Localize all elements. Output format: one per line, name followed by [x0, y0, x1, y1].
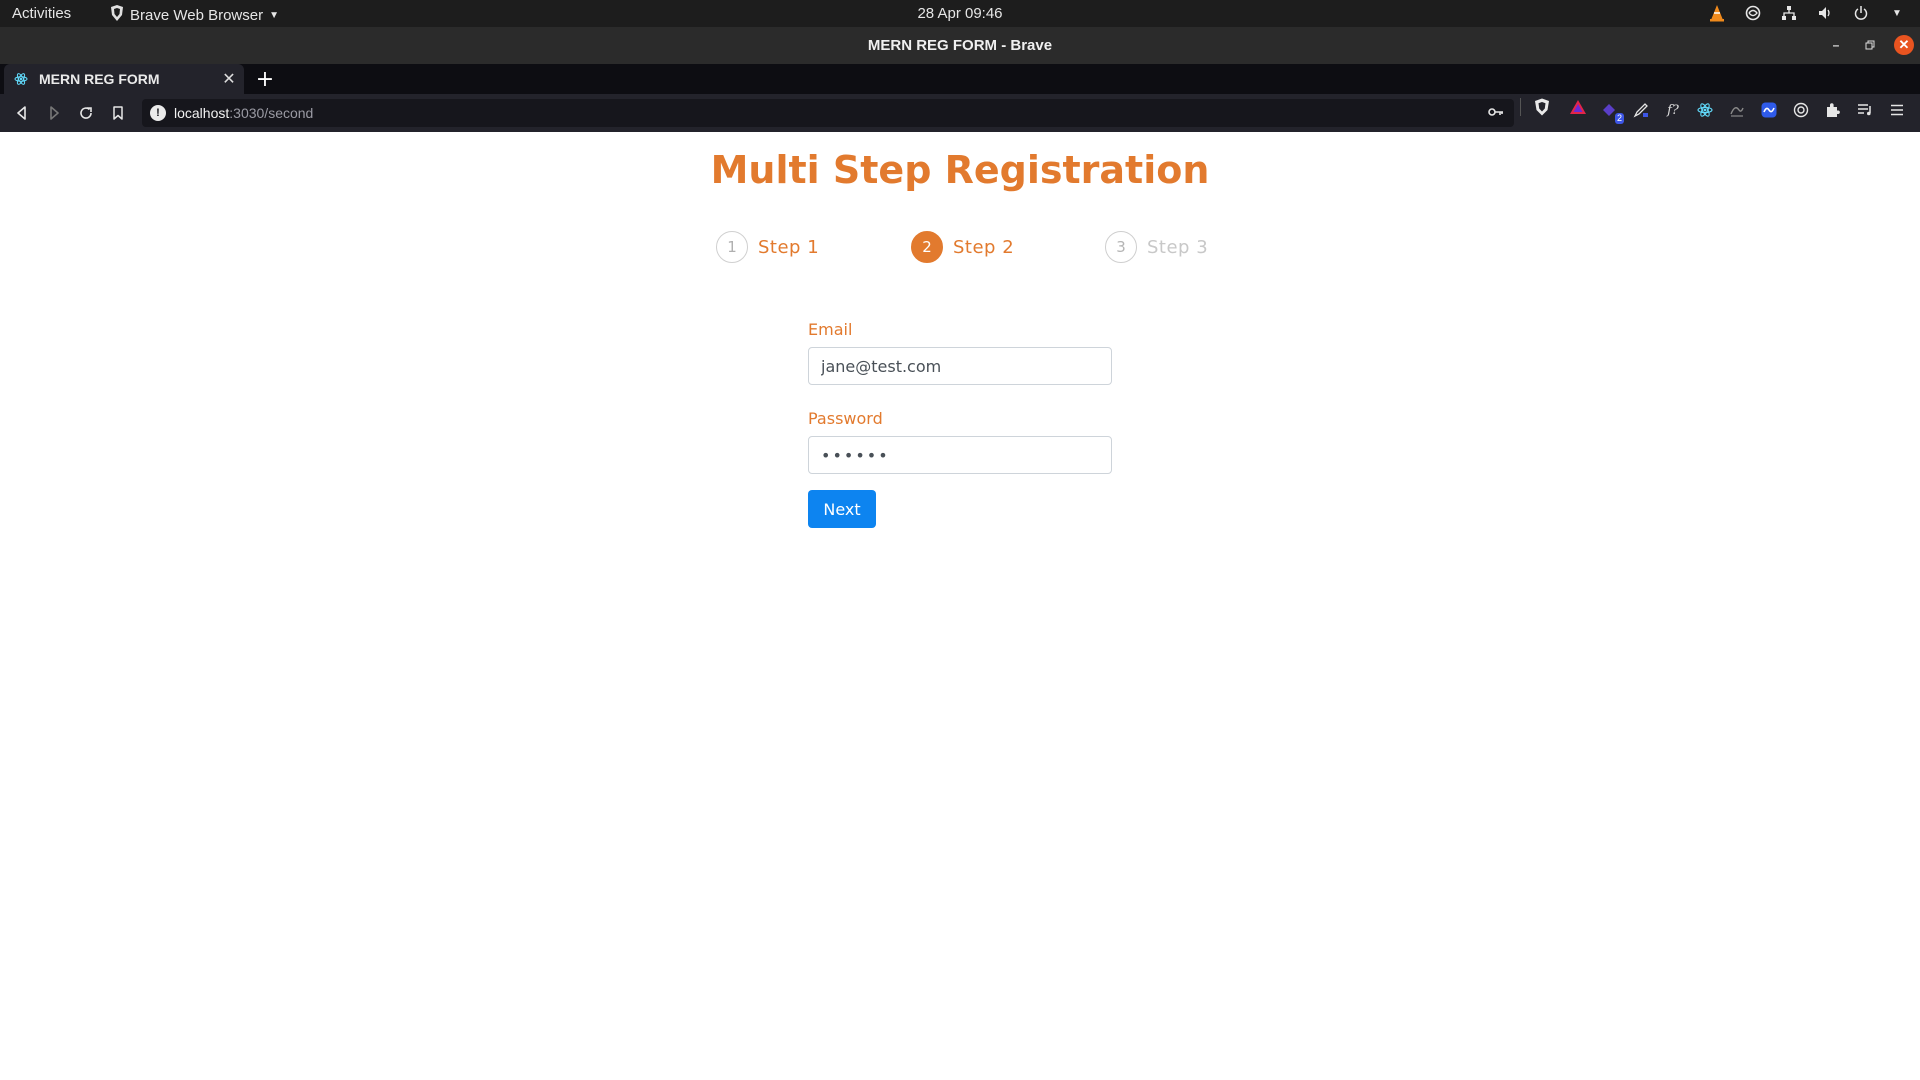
step-1-label: Step 1: [758, 236, 820, 258]
step-1[interactable]: 1 Step 1: [716, 230, 819, 264]
page-title: Multi Step Registration: [710, 148, 1210, 192]
brave-lion-icon: [110, 5, 124, 25]
extension-formula-icon[interactable]: f?: [1664, 101, 1682, 119]
brave-shields-icon[interactable]: [1533, 98, 1551, 116]
minimize-button[interactable]: –: [1826, 35, 1846, 55]
step-indicator: 1 Step 1 2 Step 2 3 Step 3: [0, 230, 1920, 264]
app-menu-label: Brave Web Browser: [130, 6, 264, 24]
forward-button[interactable]: [38, 97, 70, 129]
bookmark-button[interactable]: [102, 97, 134, 129]
step-2[interactable]: 2 Step 2: [911, 230, 1014, 264]
step-2-label: Step 2: [953, 236, 1015, 258]
restore-button[interactable]: [1860, 35, 1880, 55]
extension-target-icon[interactable]: [1792, 101, 1810, 119]
url-host: localhost: [174, 105, 230, 121]
password-field[interactable]: [808, 436, 1112, 474]
menu-icon[interactable]: [1888, 101, 1906, 119]
extension-pen-icon[interactable]: [1632, 101, 1650, 119]
step-3-number: 3: [1105, 231, 1137, 263]
email-label: Email: [808, 320, 853, 339]
toolbar-divider: [1520, 98, 1521, 116]
window-title: MERN REG FORM - Brave: [867, 37, 1053, 54]
url-path: :3030/second: [229, 105, 314, 121]
system-top-bar: Activities Brave Web Browser ▼ 28 Apr 09…: [0, 0, 1920, 27]
window-title-bar: MERN REG FORM - Brave – ✕: [0, 27, 1920, 64]
step-1-number: 1: [716, 231, 748, 263]
site-info-icon[interactable]: !: [150, 105, 166, 121]
extension-1-icon[interactable]: 2: [1600, 101, 1624, 124]
brave-rewards-icon[interactable]: [1569, 98, 1587, 116]
caret-down-icon: ▼: [269, 9, 280, 21]
activities-button[interactable]: Activities: [12, 5, 71, 22]
back-button[interactable]: [6, 97, 38, 129]
system-tray[interactable]: ▼: [1708, 4, 1906, 22]
registration-form: Email Password Next: [808, 320, 1112, 528]
extensions-puzzle-icon[interactable]: [1824, 101, 1842, 119]
power-icon[interactable]: [1852, 4, 1870, 22]
volume-icon[interactable]: [1816, 4, 1834, 22]
tab-close-icon[interactable]: ✕: [218, 69, 240, 89]
browser-toolbar: ! localhost :3030/second 2 f?: [0, 94, 1920, 132]
step-3[interactable]: 3 Step 3: [1105, 230, 1208, 264]
address-bar[interactable]: ! localhost :3030/second: [142, 99, 1514, 127]
page-content: Multi Step Registration 1 Step 1 2 Step …: [0, 132, 1920, 1080]
tab-mern-reg-form[interactable]: MERN REG FORM ✕: [4, 64, 244, 94]
extension-blue-icon[interactable]: [1760, 101, 1778, 119]
extension-badge: 2: [1614, 113, 1624, 124]
network-icon[interactable]: [1780, 4, 1798, 22]
password-label: Password: [808, 409, 883, 428]
media-playlist-icon[interactable]: [1856, 101, 1874, 119]
email-field[interactable]: [808, 347, 1112, 385]
key-icon[interactable]: [1488, 105, 1504, 122]
tab-strip: MERN REG FORM ✕ +: [0, 64, 1920, 94]
step-2-number: 2: [911, 231, 943, 263]
next-button[interactable]: Next: [808, 490, 876, 528]
reload-button[interactable]: [70, 97, 102, 129]
close-window-button[interactable]: ✕: [1894, 35, 1914, 55]
app-menu[interactable]: Brave Web Browser ▼: [110, 5, 279, 25]
step-3-label: Step 3: [1147, 236, 1209, 258]
react-devtools-icon[interactable]: [1696, 101, 1714, 119]
clock[interactable]: 28 Apr 09:46: [917, 5, 1002, 22]
tab-title: MERN REG FORM: [39, 71, 160, 87]
extension-grey-icon[interactable]: [1728, 101, 1746, 119]
vlc-icon[interactable]: [1708, 4, 1726, 22]
caret-down-icon[interactable]: ▼: [1888, 4, 1906, 22]
sync-icon[interactable]: [1744, 4, 1762, 22]
new-tab-button[interactable]: +: [253, 67, 277, 92]
react-favicon-icon: [13, 71, 29, 87]
